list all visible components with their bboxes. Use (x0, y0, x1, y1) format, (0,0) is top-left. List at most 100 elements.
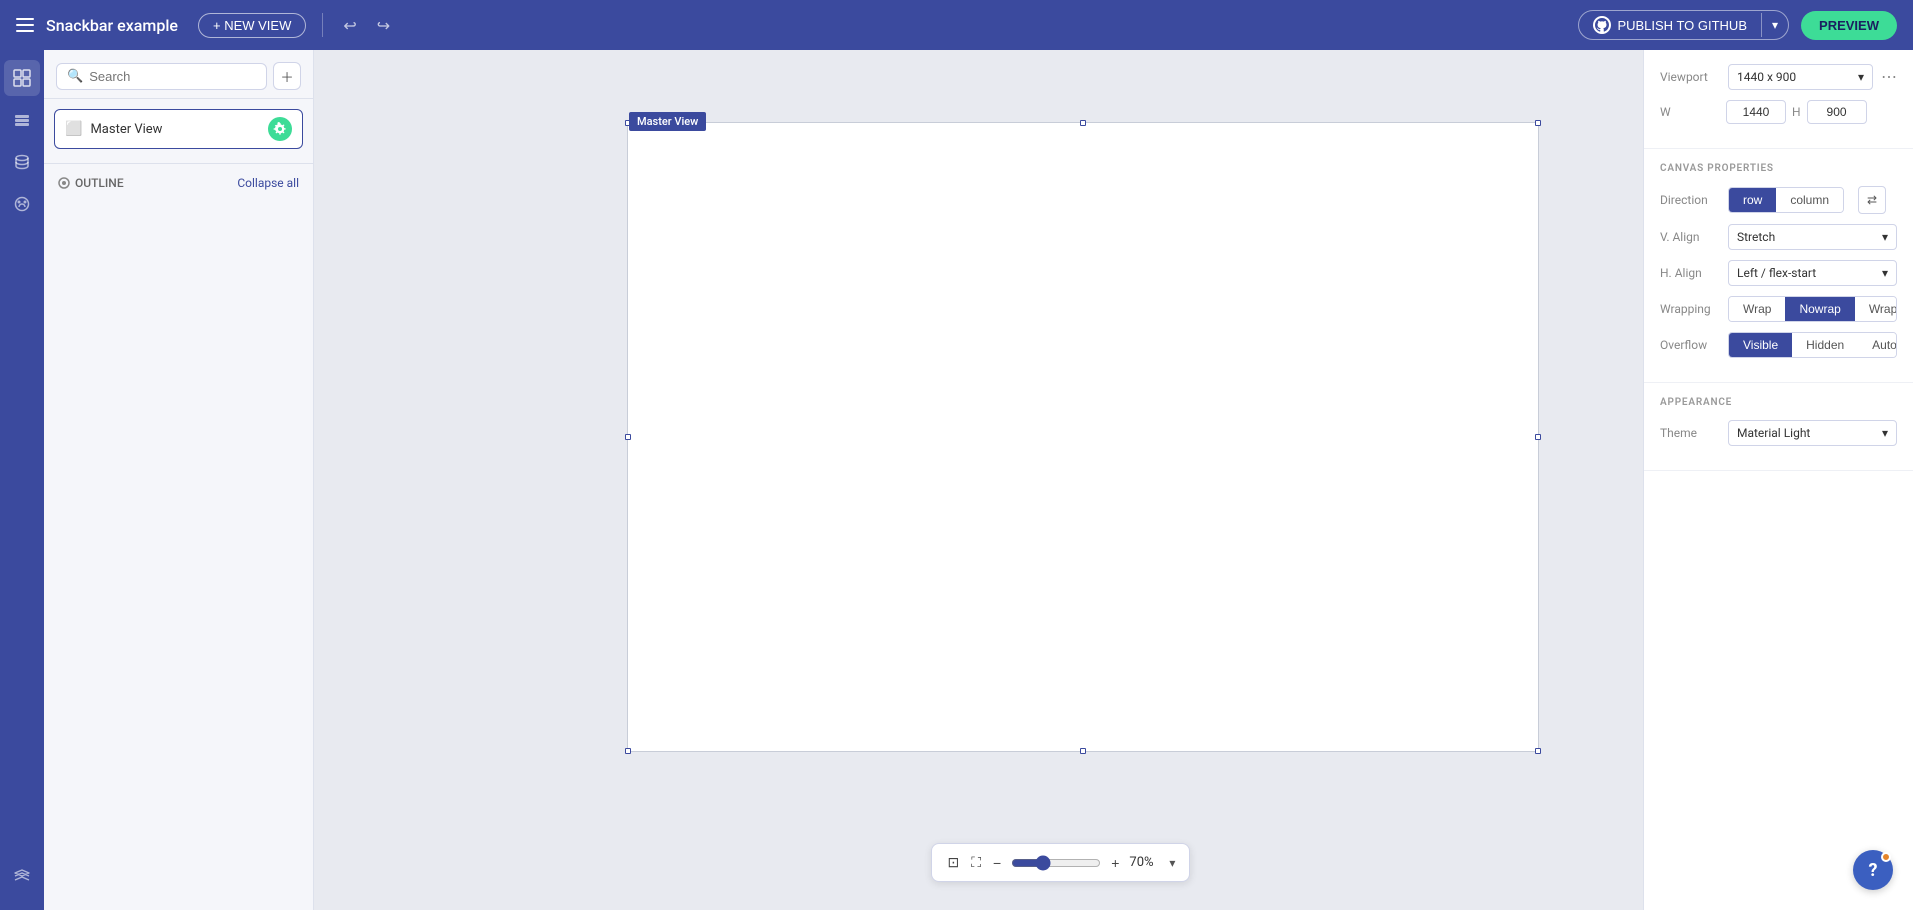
zoom-fullscreen-button[interactable]: ⛶ (969, 852, 983, 873)
view-settings-icon[interactable] (268, 117, 292, 141)
canvas-props-title: CANVAS PROPERTIES (1660, 163, 1897, 174)
left-icon-sidebar (0, 50, 44, 910)
wrap-button[interactable]: Wrap (1729, 297, 1785, 321)
overflow-label: Overflow (1660, 338, 1720, 352)
h-align-chevron-icon: ▾ (1882, 266, 1888, 280)
left-panel: 🔍 ＋ ⬜ Master View OUTLINE Collapse all (44, 50, 314, 910)
h-align-value: Left / flex-start (1737, 266, 1816, 280)
search-icon: 🔍 (67, 69, 83, 84)
sidebar-icon-theme[interactable] (4, 186, 40, 222)
viewport-label: Viewport (1660, 70, 1720, 84)
preview-button[interactable]: PREVIEW (1801, 11, 1897, 40)
master-view-item[interactable]: ⬜ Master View (54, 109, 303, 149)
handle-top-right[interactable] (1535, 120, 1541, 126)
outline-section: OUTLINE Collapse all (44, 168, 313, 198)
help-button[interactable]: ? (1853, 850, 1893, 890)
wrapping-label: Wrapping (1660, 302, 1720, 316)
theme-row: Theme Material Light ▾ (1660, 420, 1897, 446)
width-input[interactable] (1726, 100, 1786, 124)
hidden-button[interactable]: Hidden (1792, 333, 1858, 357)
collapse-all-link[interactable]: Collapse all (237, 176, 299, 190)
viewport-section: Viewport 1440 x 900 ▾ ⋯ W H (1644, 50, 1913, 149)
canvas-frame (627, 122, 1539, 752)
v-align-select[interactable]: Stretch ▾ (1728, 224, 1897, 250)
sidebar-icon-data[interactable] (4, 144, 40, 180)
h-align-label: H. Align (1660, 266, 1720, 280)
zoom-level-label: 70% (1129, 855, 1161, 870)
search-input[interactable] (89, 69, 256, 84)
outline-title: OUTLINE (58, 176, 124, 190)
direction-row-button[interactable]: row (1729, 188, 1776, 212)
wrapping-button-group: Wrap Nowrap WrapRe... (1728, 296, 1897, 322)
direction-label: Direction (1660, 193, 1720, 207)
theme-select[interactable]: Material Light ▾ (1728, 420, 1897, 446)
zoom-out-button[interactable]: − (991, 853, 1003, 873)
search-area: 🔍 ＋ (44, 50, 313, 99)
v-align-value: Stretch (1737, 230, 1775, 244)
github-icon (1593, 16, 1611, 34)
viewport-row: Viewport 1440 x 900 ▾ ⋯ (1660, 64, 1897, 90)
panel-divider (44, 163, 313, 164)
theme-chevron-icon: ▾ (1882, 426, 1888, 440)
topbar-divider (322, 13, 323, 37)
v-align-chevron-icon: ▾ (1882, 230, 1888, 244)
zoom-slider[interactable] (1011, 855, 1101, 871)
theme-label: Theme (1660, 426, 1720, 440)
nowrap-button[interactable]: Nowrap (1785, 297, 1854, 321)
views-list: ⬜ Master View (44, 99, 313, 159)
wrapreverse-button[interactable]: WrapRe... (1855, 297, 1897, 321)
handle-mid-left[interactable] (625, 434, 631, 440)
sidebar-icon-components[interactable] (4, 60, 40, 96)
help-notification-dot (1881, 852, 1891, 862)
add-view-button[interactable]: ＋ (273, 62, 301, 90)
wrapping-row: Wrapping Wrap Nowrap WrapRe... (1660, 296, 1897, 322)
direction-row: Direction row column ⇄ (1660, 186, 1897, 214)
visible-button[interactable]: Visible (1729, 333, 1792, 357)
publish-to-github-button[interactable]: PUBLISH TO GITHUB (1579, 11, 1761, 39)
height-input[interactable] (1807, 100, 1867, 124)
master-view-label: Master View (629, 112, 706, 131)
w-label: W (1660, 105, 1720, 119)
redo-icon[interactable]: ↪ (373, 12, 394, 39)
viewport-chevron-icon: ▾ (1858, 70, 1864, 84)
overflow-button-group: Visible Hidden Auto (1728, 332, 1897, 358)
undo-icon[interactable]: ↩ (339, 12, 360, 39)
zoom-in-button[interactable]: + (1109, 853, 1121, 873)
overflow-row: Overflow Visible Hidden Auto (1660, 332, 1897, 358)
sidebar-icon-layers-bottom[interactable] (4, 858, 40, 894)
handle-top-mid[interactable] (1080, 120, 1086, 126)
canvas-properties-section: CANVAS PROPERTIES Direction row column ⇄… (1644, 149, 1913, 383)
zoom-fit-button[interactable]: ⊡ (946, 852, 962, 873)
view-frame-icon: ⬜ (65, 121, 82, 137)
viewport-dimensions-row: W H (1660, 100, 1897, 124)
zoom-chevron-icon[interactable]: ▾ (1169, 856, 1175, 870)
auto-button[interactable]: Auto (1858, 333, 1897, 357)
zoom-bar: ⊡ ⛶ − + 70% ▾ (931, 843, 1191, 882)
direction-swap-button[interactable]: ⇄ (1858, 186, 1886, 214)
new-view-button[interactable]: + NEW VIEW (198, 13, 306, 38)
sidebar-icon-layers[interactable] (4, 102, 40, 138)
viewport-options-button[interactable]: ⋯ (1881, 67, 1897, 87)
publish-button-group: PUBLISH TO GITHUB ▾ (1578, 10, 1789, 40)
search-input-wrap: 🔍 (56, 63, 267, 90)
handle-bottom-left[interactable] (625, 748, 631, 754)
h-align-select[interactable]: Left / flex-start ▾ (1728, 260, 1897, 286)
h-label: H (1792, 105, 1801, 119)
menu-icon[interactable] (16, 18, 34, 32)
appearance-title: APPEARANCE (1660, 397, 1897, 408)
view-item-label: Master View (90, 122, 260, 137)
appearance-section: APPEARANCE Theme Material Light ▾ (1644, 383, 1913, 471)
handle-bottom-right[interactable] (1535, 748, 1541, 754)
publish-dropdown-button[interactable]: ▾ (1761, 13, 1788, 37)
viewport-select[interactable]: 1440 x 900 ▾ (1728, 64, 1873, 90)
preview-label: PREVIEW (1819, 18, 1879, 33)
direction-column-button[interactable]: column (1776, 188, 1843, 212)
handle-mid-right[interactable] (1535, 434, 1541, 440)
handle-bottom-mid[interactable] (1080, 748, 1086, 754)
right-panel: Viewport 1440 x 900 ▾ ⋯ W H CANVAS PROPE… (1643, 50, 1913, 910)
viewport-value: 1440 x 900 (1737, 70, 1796, 84)
v-align-row: V. Align Stretch ▾ (1660, 224, 1897, 250)
app-title: Snackbar example (46, 16, 178, 35)
topbar: Snackbar example + NEW VIEW ↩ ↪ PUBLISH … (0, 0, 1913, 50)
new-view-label: + NEW VIEW (213, 18, 291, 33)
